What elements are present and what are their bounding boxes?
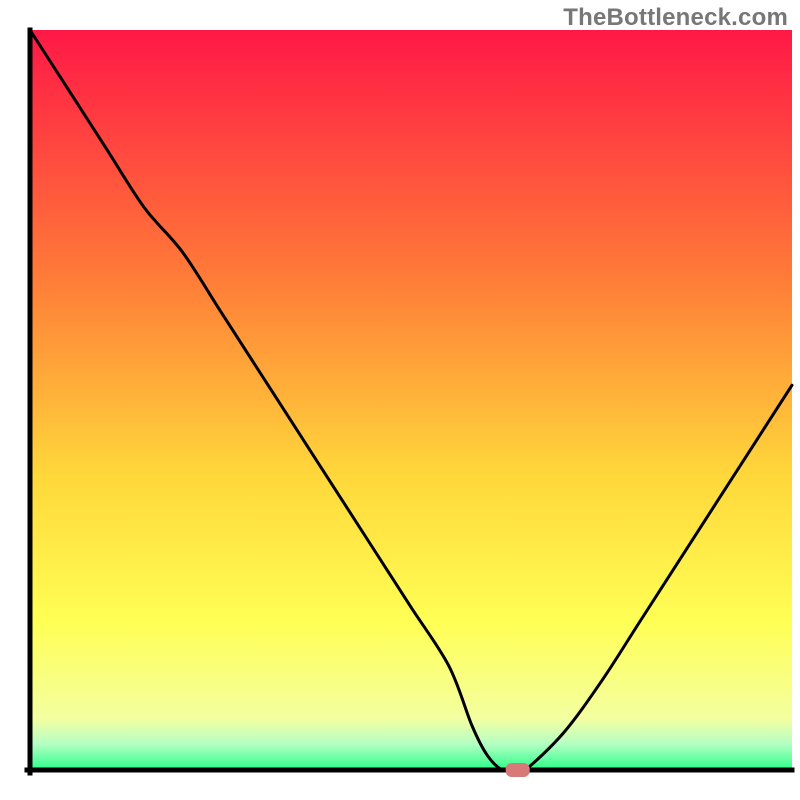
bottleneck-chart: TheBottleneck.com (0, 0, 800, 800)
plot-background (30, 30, 792, 770)
chart-svg (0, 0, 800, 800)
optimum-marker (506, 763, 530, 777)
watermark-text: TheBottleneck.com (563, 4, 788, 32)
